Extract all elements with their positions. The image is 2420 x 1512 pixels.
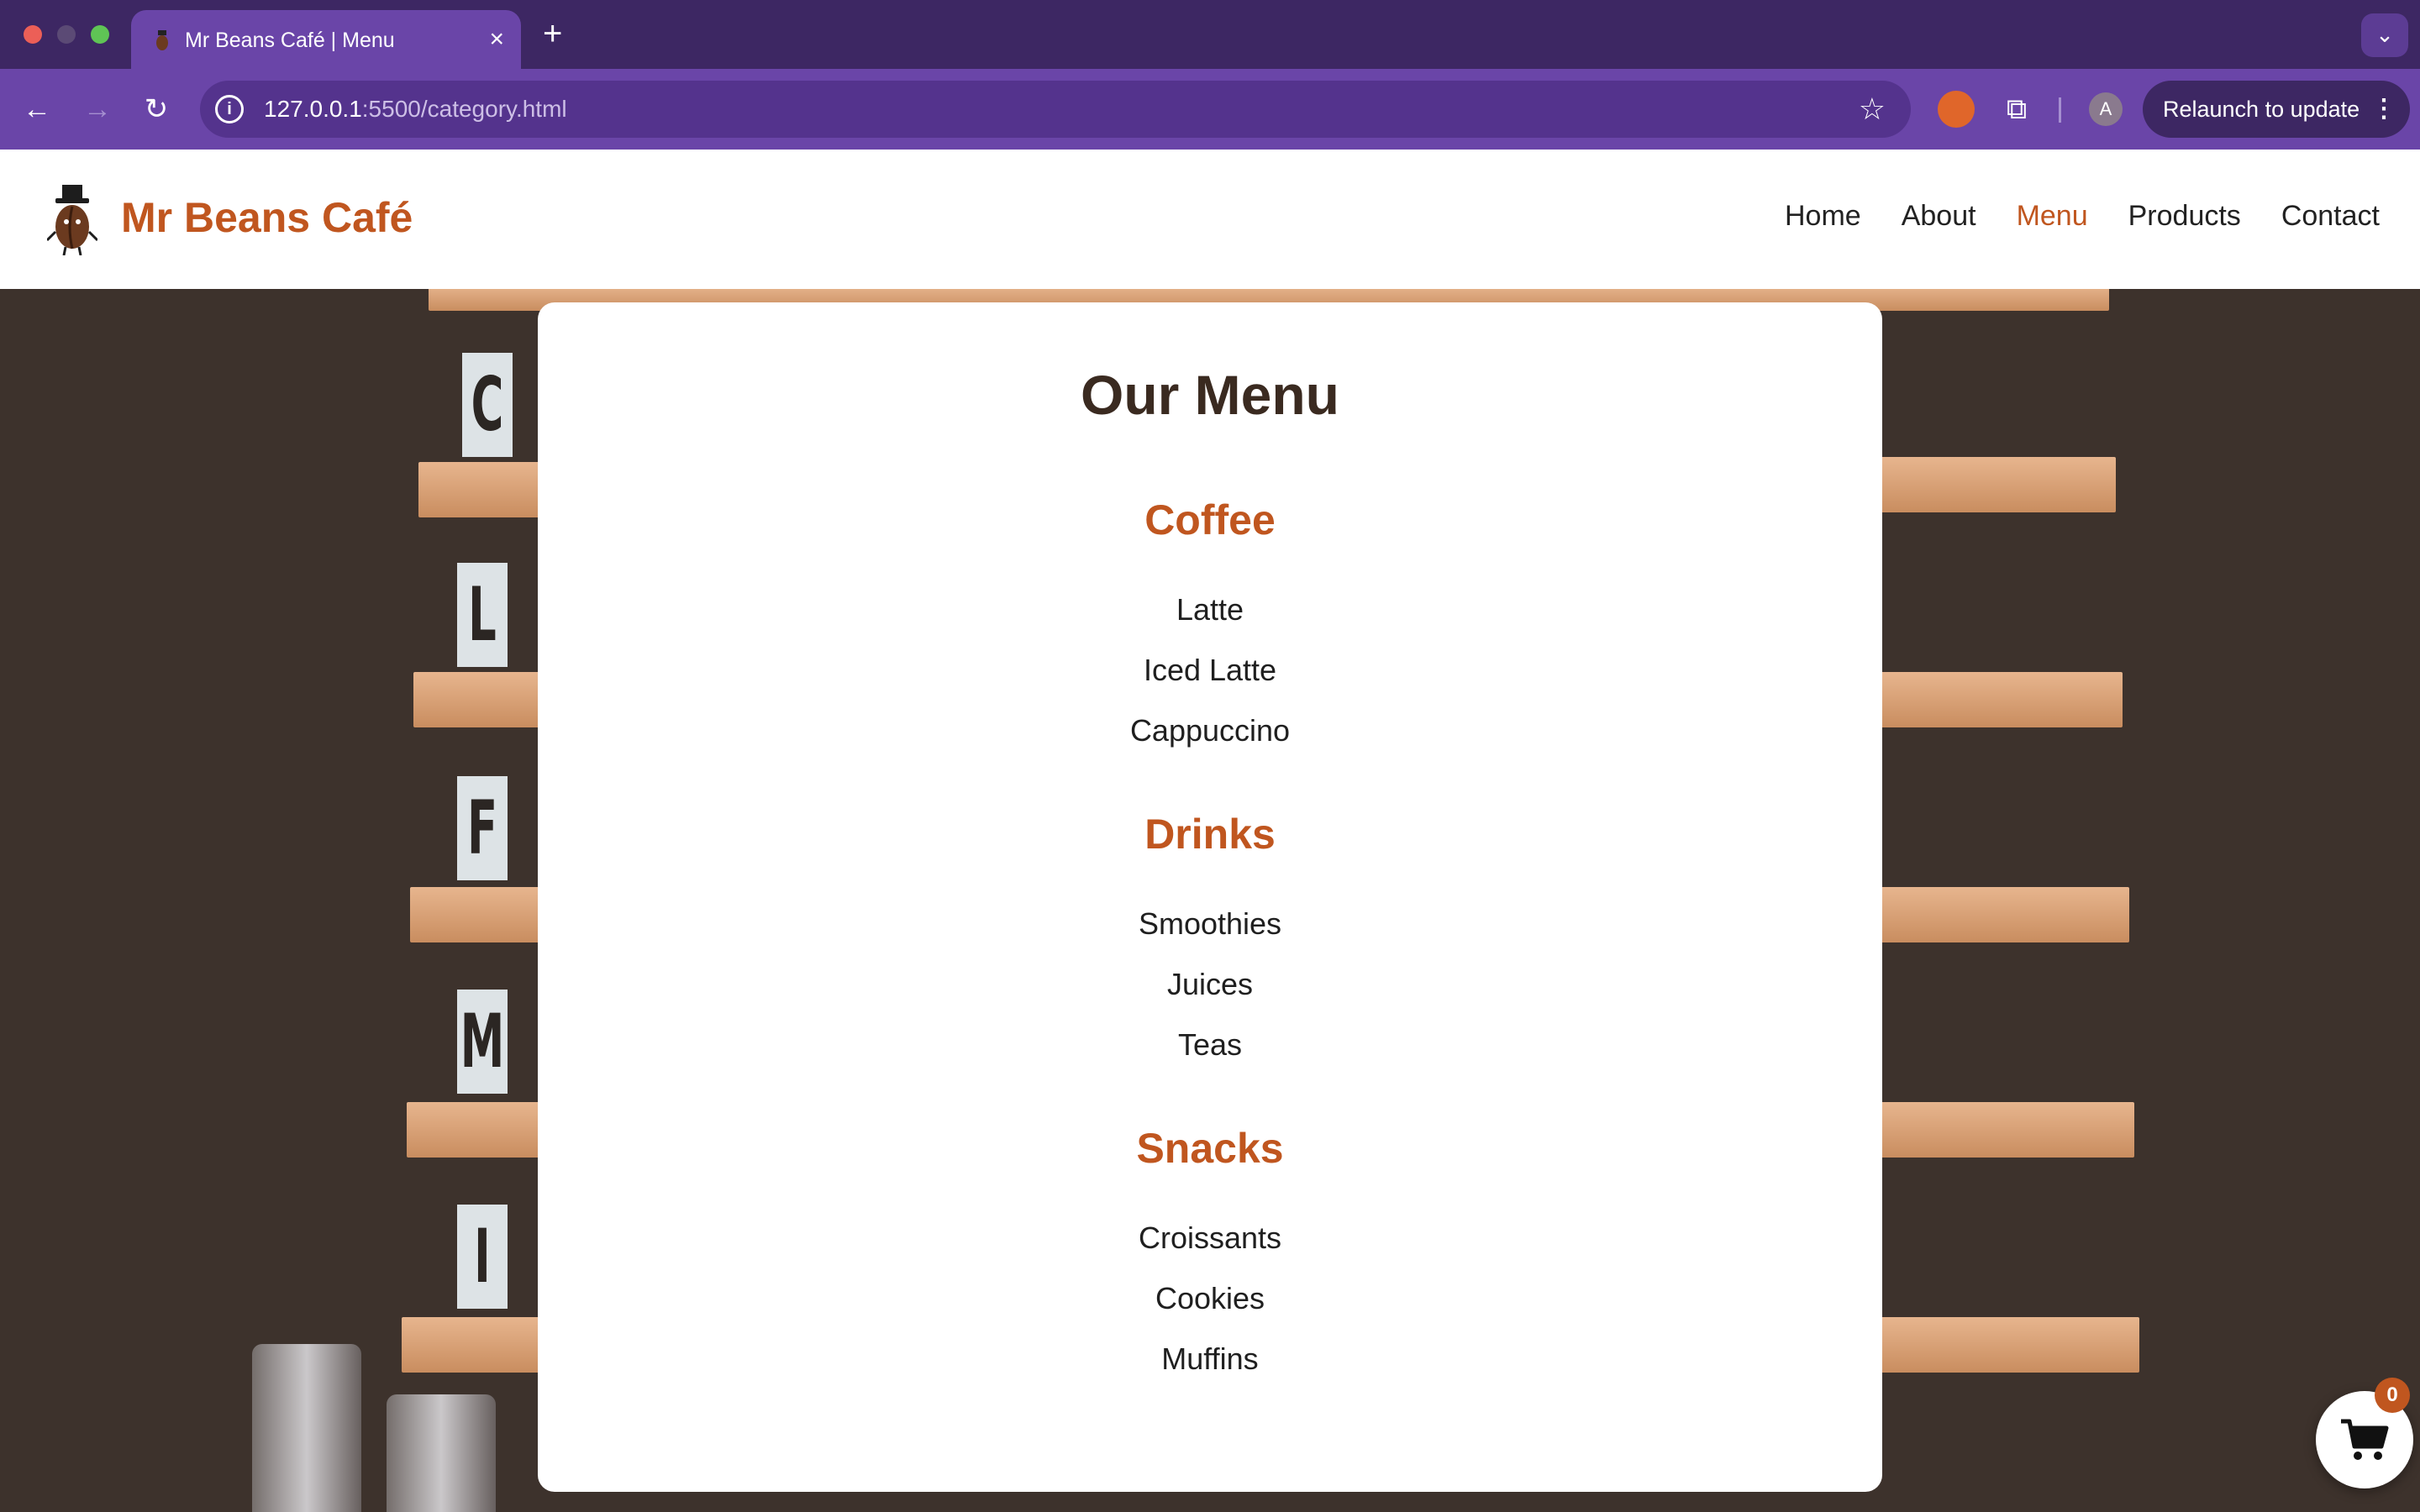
menu-item[interactable]: Cappuccino: [538, 701, 1882, 761]
reload-button[interactable]: ↻: [134, 87, 178, 131]
letter-tile: L: [457, 563, 508, 667]
favicon-icon: [156, 30, 168, 50]
extension-avatar-icon[interactable]: [1938, 91, 1975, 128]
url-text[interactable]: 127.0.0.1:5500/category.html: [264, 96, 567, 123]
cart-icon: [2341, 1419, 2389, 1460]
menu-category-drinks: Drinks Smoothies Juices Teas: [538, 810, 1882, 1075]
new-tab-button[interactable]: +: [543, 15, 562, 52]
category-heading: Snacks: [1136, 1125, 1284, 1172]
profile-avatar[interactable]: A: [2089, 92, 2123, 126]
wood-plank: [418, 462, 544, 517]
main-nav: Home About Menu Products Contact: [1785, 200, 2380, 233]
nav-products-link[interactable]: Products: [2128, 200, 2241, 233]
menu-card: Our Menu Coffee Latte Iced Latte Cappucc…: [538, 302, 1882, 1492]
tab-title: Mr Beans Café | Menu: [185, 29, 395, 52]
nav-contact-link[interactable]: Contact: [2281, 200, 2380, 233]
menu-item[interactable]: Latte: [538, 580, 1882, 640]
tab-close-icon[interactable]: ×: [489, 27, 504, 52]
wood-plank: [1876, 457, 2116, 512]
wood-plank: [1876, 1102, 2134, 1158]
back-button[interactable]: ←: [15, 87, 59, 131]
reload-icon: ↻: [144, 93, 169, 125]
menu-item[interactable]: Croissants: [538, 1208, 1882, 1268]
glass-cup-image: [252, 1344, 361, 1512]
nav-home-link[interactable]: Home: [1785, 200, 1861, 233]
letter-tile: I: [457, 1205, 508, 1309]
glass-cup-image: [387, 1394, 496, 1512]
wood-plank: [402, 1317, 544, 1373]
menu-item[interactable]: Muffins: [538, 1329, 1882, 1389]
wood-plank: [407, 1102, 544, 1158]
menu-item[interactable]: Cookies: [538, 1268, 1882, 1329]
site-header: Mr Beans Café Home About Menu Products C…: [0, 150, 2420, 289]
chevron-down-icon: ⌄: [2375, 22, 2394, 47]
window-zoom-button[interactable]: [91, 25, 109, 44]
url-path: :5500/category.html: [361, 96, 567, 122]
browser-toolbar: ← → ↻ i 127.0.0.1:5500/category.html ☆ ⧉…: [0, 69, 2420, 150]
forward-button[interactable]: →: [76, 87, 119, 131]
wood-plank: [413, 672, 544, 727]
category-heading: Drinks: [1144, 811, 1276, 858]
wood-plank: [410, 887, 544, 942]
nav-about-link[interactable]: About: [1902, 200, 1976, 233]
window-close-button[interactable]: [24, 25, 42, 44]
relaunch-label: Relaunch to update: [2163, 97, 2360, 122]
brand-name[interactable]: Mr Beans Café: [121, 193, 413, 242]
address-bar[interactable]: i 127.0.0.1:5500/category.html ☆: [200, 81, 1911, 138]
menu-category-snacks: Snacks Croissants Cookies Muffins: [538, 1124, 1882, 1389]
arrow-right-icon: →: [83, 93, 112, 125]
more-menu-icon[interactable]: ⋮: [2371, 81, 2396, 138]
menu-item[interactable]: Teas: [538, 1015, 1882, 1075]
extensions-puzzle-icon[interactable]: ⧉: [1998, 91, 2035, 128]
browser-tab-bar: Mr Beans Café | Menu × + ⌄: [0, 0, 2420, 69]
url-host: 127.0.0.1: [264, 96, 362, 122]
coffee-bean-mascot-logo[interactable]: [47, 185, 97, 255]
window-minimize-button[interactable]: [57, 25, 76, 44]
menu-item[interactable]: Smoothies: [538, 894, 1882, 954]
menu-category-coffee: Coffee Latte Iced Latte Cappuccino: [538, 496, 1882, 761]
menu-item[interactable]: Iced Latte: [538, 640, 1882, 701]
letter-tile: C: [462, 353, 513, 457]
arrow-left-icon: ←: [23, 93, 51, 125]
letter-tile: F: [457, 776, 508, 880]
letter-tile: M: [457, 990, 508, 1094]
cart-count-badge: 0: [2375, 1378, 2410, 1413]
wood-plank: [1876, 1317, 2139, 1373]
tab-search-button[interactable]: ⌄: [2361, 13, 2408, 57]
browser-tab-active[interactable]: Mr Beans Café | Menu ×: [131, 10, 521, 69]
nav-menu-link[interactable]: Menu: [2017, 200, 2088, 233]
menu-item[interactable]: Juices: [538, 954, 1882, 1015]
bookmark-star-icon[interactable]: ☆: [1859, 91, 1886, 128]
wood-plank: [1876, 672, 2123, 727]
relaunch-to-update-button[interactable]: Relaunch to update ⋮: [2143, 81, 2410, 138]
site-info-icon[interactable]: i: [215, 95, 244, 123]
page-title: Our Menu: [1081, 364, 1339, 426]
category-heading: Coffee: [1144, 496, 1276, 543]
wood-plank: [1876, 887, 2129, 942]
toolbar-divider: [2059, 97, 2061, 123]
